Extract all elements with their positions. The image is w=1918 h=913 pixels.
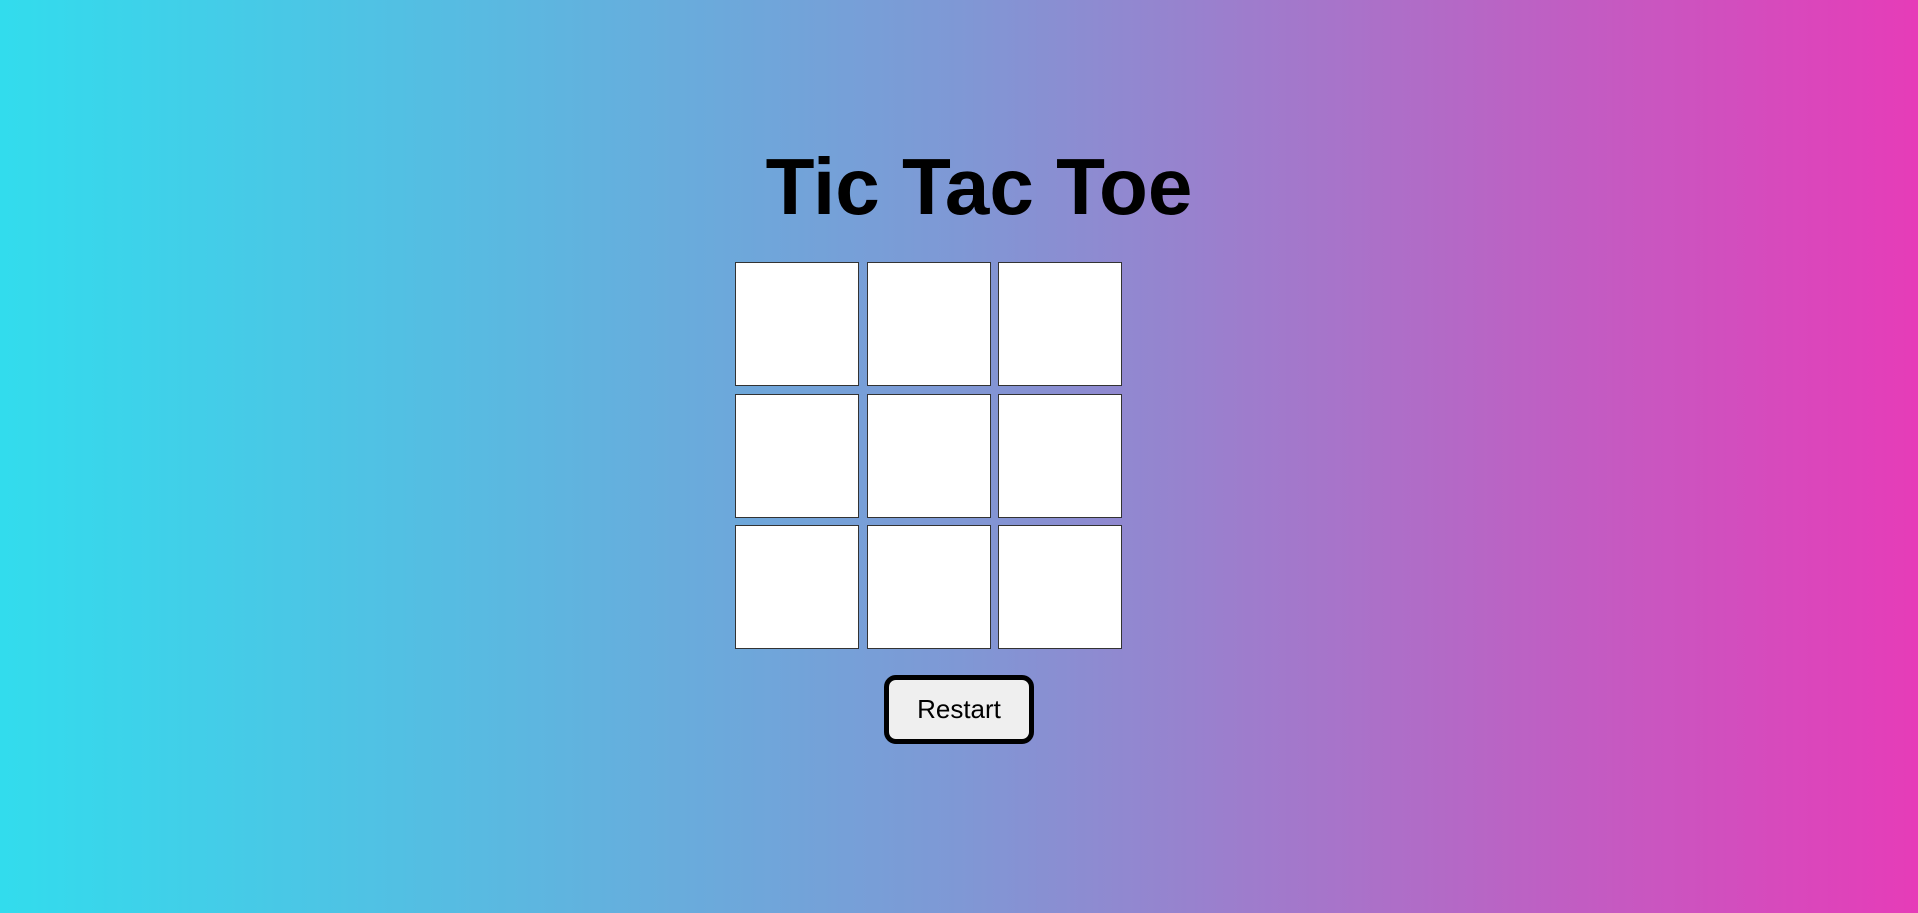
board-cell-2[interactable] — [866, 262, 991, 386]
board-cell-4[interactable] — [735, 393, 859, 518]
board-cell-5[interactable] — [866, 393, 991, 518]
board-cell-6[interactable] — [998, 393, 1122, 518]
game-board — [735, 262, 1122, 649]
board-cell-8[interactable] — [866, 525, 991, 649]
board-cell-1[interactable] — [735, 262, 859, 386]
board-cell-7[interactable] — [735, 525, 859, 649]
board-cell-3[interactable] — [998, 262, 1122, 386]
restart-button[interactable]: Restart — [884, 675, 1034, 744]
page-title: Tic Tac Toe — [765, 142, 1193, 231]
board-cell-9[interactable] — [998, 525, 1122, 649]
